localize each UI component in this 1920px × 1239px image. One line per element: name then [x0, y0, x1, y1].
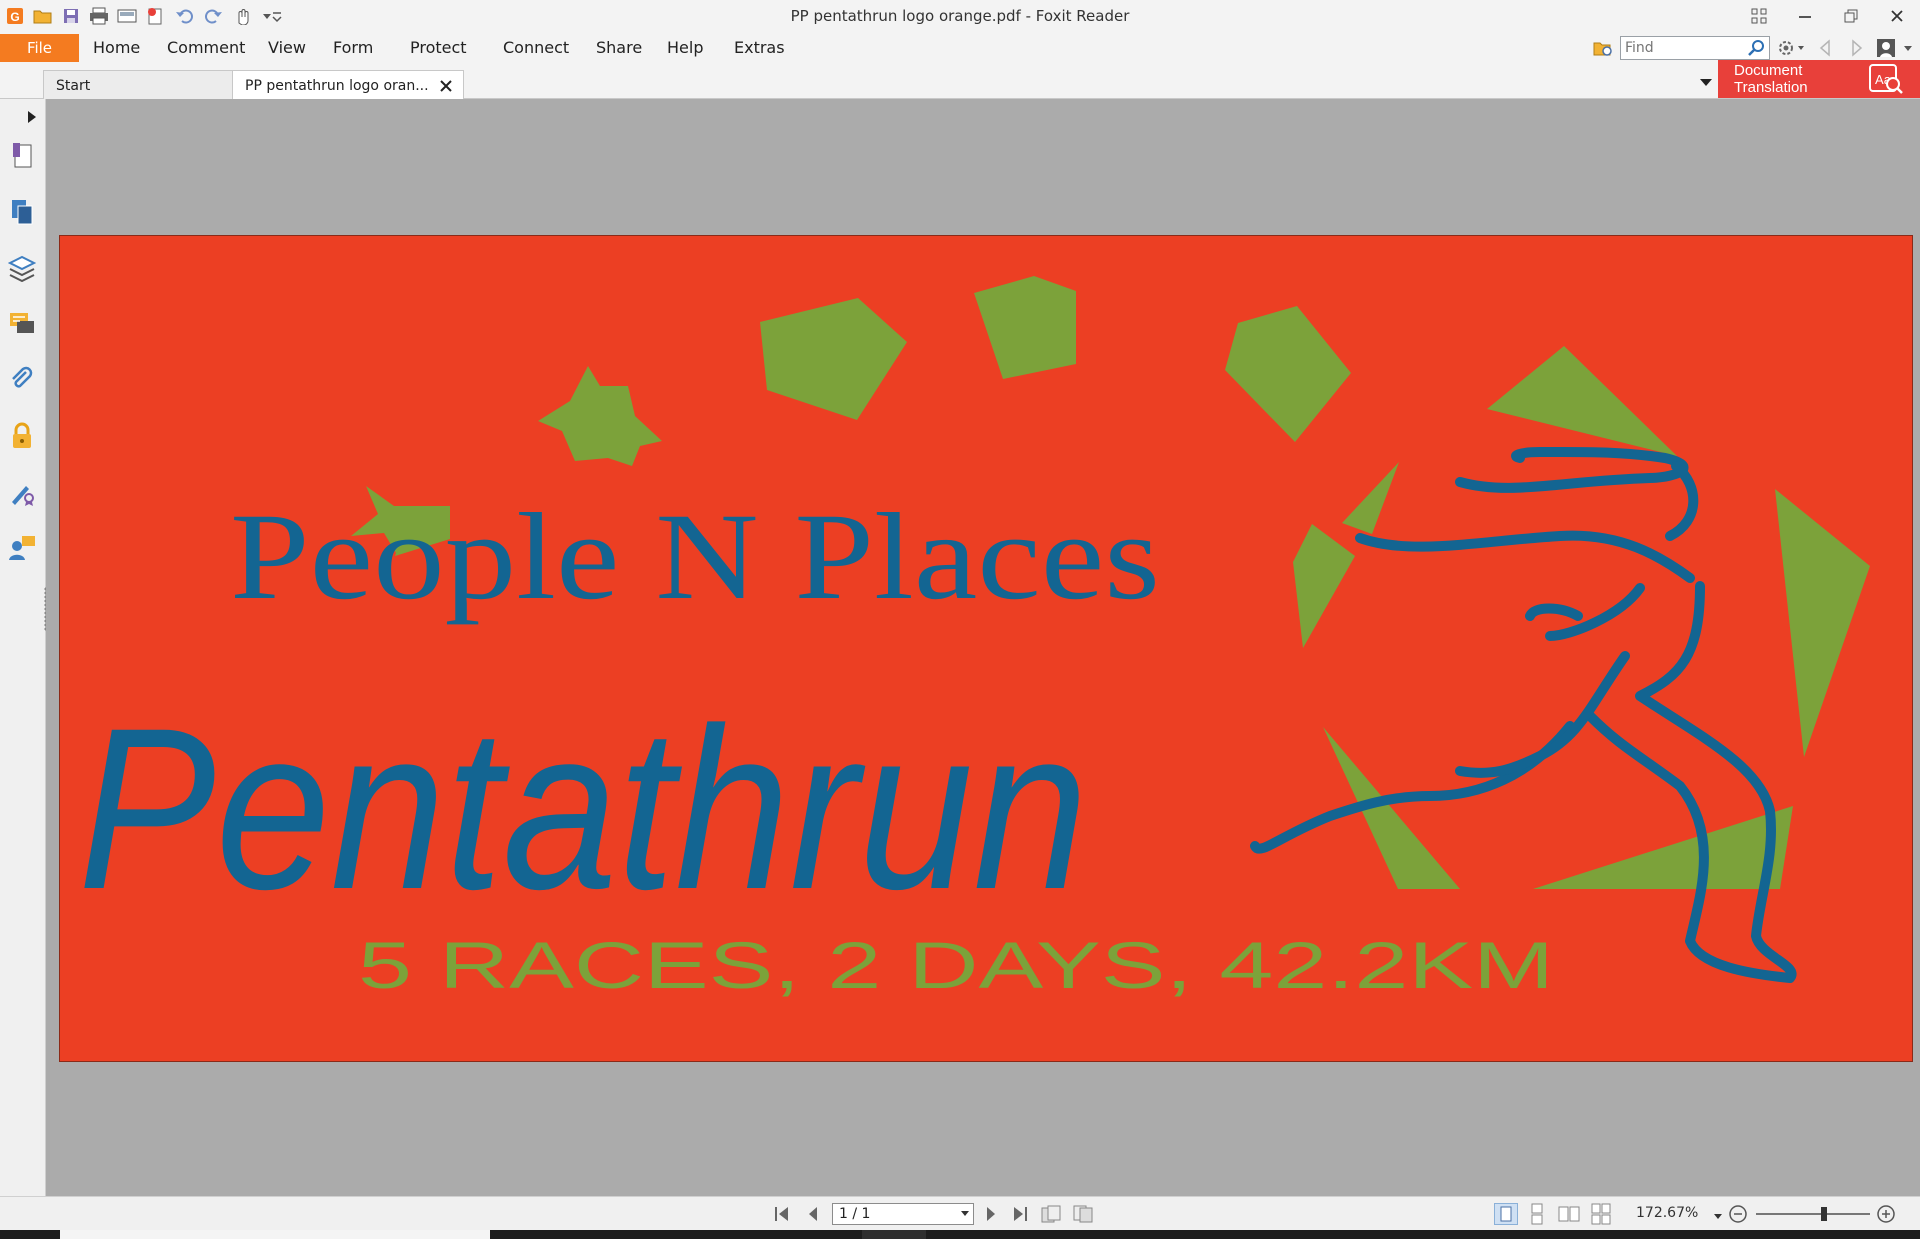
user-account-icon[interactable]	[1876, 37, 1916, 59]
green-pentagon	[1225, 306, 1351, 442]
file-menu[interactable]: File	[0, 34, 79, 62]
status-bar: 1 / 1 172.67%	[0, 1196, 1920, 1230]
zoom-dropdown-icon[interactable]	[1712, 1207, 1724, 1226]
green-triangle	[1487, 346, 1677, 456]
first-page-icon[interactable]	[772, 1205, 792, 1227]
green-pentagon	[760, 298, 907, 420]
menu-help[interactable]: Help	[667, 38, 703, 57]
ribbon-display-options-icon[interactable]	[1739, 3, 1779, 29]
doc-translation-line2: Translation	[1734, 79, 1808, 96]
user-comments-icon[interactable]	[7, 533, 37, 563]
last-page-icon[interactable]	[1010, 1205, 1030, 1227]
previous-view-icon[interactable]	[1814, 37, 1836, 59]
security-lock-icon[interactable]	[7, 421, 37, 451]
search-folder-icon[interactable]	[1592, 37, 1614, 59]
pdf-page: People N Places Pentathrun 5 RACES, 2 DA…	[60, 236, 1912, 1061]
zoom-slider-track	[1756, 1213, 1870, 1215]
green-pentagon	[974, 276, 1076, 379]
close-tab-icon[interactable]	[439, 79, 453, 97]
menu-share[interactable]: Share	[596, 38, 642, 57]
menu-comment[interactable]: Comment	[167, 38, 245, 57]
page-thumbnails-icon[interactable]	[7, 141, 37, 171]
attachments-icon[interactable]	[7, 365, 37, 395]
pages-icon[interactable]	[7, 197, 37, 227]
menu-bar: File Home Comment View Form Protect Conn…	[0, 32, 1920, 66]
pentathrun-logo: People N Places Pentathrun 5 RACES, 2 DA…	[78, 276, 1870, 1002]
page-number-field[interactable]: 1 / 1	[832, 1203, 974, 1225]
navigation-panel	[0, 99, 47, 1196]
tab-list-dropdown-icon[interactable]	[1698, 74, 1714, 94]
green-triangle	[1775, 489, 1870, 757]
signatures-icon[interactable]	[7, 477, 37, 507]
next-page-icon[interactable]	[982, 1205, 1000, 1227]
tab-start[interactable]: Start	[43, 70, 233, 99]
continuous-facing-view-icon[interactable]	[1590, 1203, 1612, 1229]
green-star	[538, 366, 662, 466]
zoom-slider[interactable]	[1756, 1207, 1870, 1221]
search-icon[interactable]	[1747, 38, 1767, 62]
tab-document[interactable]: PP pentathrun logo oran...	[232, 70, 464, 99]
continuous-view-icon[interactable]	[1526, 1203, 1548, 1229]
translation-icon: Aa	[1866, 63, 1906, 99]
window-title: PP pentathrun logo orange.pdf - Foxit Re…	[790, 7, 1130, 25]
doc-translation-line1: Document	[1734, 62, 1803, 79]
page-dropdown-icon[interactable]	[959, 1207, 971, 1223]
green-triangle	[1533, 806, 1793, 889]
menu-form[interactable]: Form	[333, 38, 373, 57]
taskbar-strip	[0, 1230, 1920, 1239]
zoom-level-text[interactable]: 172.67%	[1636, 1205, 1698, 1221]
next-view-icon[interactable]	[1846, 37, 1868, 59]
gear-icon[interactable]	[1776, 37, 1806, 59]
menu-view[interactable]: View	[268, 38, 306, 57]
document-translation-button[interactable]: Document Translation Aa	[1718, 60, 1920, 98]
minimize-button[interactable]	[1785, 3, 1825, 29]
menu-protect[interactable]: Protect	[410, 38, 467, 57]
taskbar-item[interactable]	[60, 1230, 490, 1239]
next-view-status-icon[interactable]	[1072, 1204, 1094, 1228]
zoom-slider-thumb[interactable]	[1821, 1207, 1827, 1221]
green-triangle	[1293, 524, 1355, 648]
previous-view-status-icon[interactable]	[1040, 1204, 1062, 1228]
zoom-out-icon[interactable]	[1728, 1204, 1748, 1228]
menu-connect[interactable]: Connect	[503, 38, 569, 57]
single-page-view-button[interactable]	[1494, 1203, 1518, 1225]
title-bar: G PP pentathrun logo orange.pdf - Foxit …	[0, 0, 1920, 32]
runner-figure	[1250, 446, 1797, 983]
tab-bar: Start PP pentathrun logo oran...	[0, 66, 1920, 99]
tab-document-label: PP pentathrun logo oran...	[245, 78, 429, 94]
find-input[interactable]	[1621, 37, 1747, 59]
previous-page-icon[interactable]	[804, 1205, 822, 1227]
comments-icon[interactable]	[7, 309, 37, 339]
menu-home[interactable]: Home	[93, 38, 140, 57]
layers-icon[interactable]	[7, 253, 37, 283]
tab-start-label: Start	[56, 78, 91, 94]
close-window-button[interactable]	[1877, 3, 1917, 29]
zoom-in-icon[interactable]	[1876, 1204, 1896, 1228]
restore-button[interactable]	[1831, 3, 1871, 29]
green-triangle	[1342, 462, 1399, 534]
menu-extras[interactable]: Extras	[734, 38, 785, 57]
logo-line-people-n-places: People N Places	[230, 488, 1160, 625]
logo-line-races: 5 RACES, 2 DAYS, 42.2KM	[358, 928, 1554, 1002]
expand-panel-icon[interactable]	[26, 109, 38, 128]
page-number-value: 1 / 1	[839, 1206, 871, 1222]
logo-line-pentathrun: Pentathrun	[78, 680, 1088, 937]
facing-view-icon[interactable]	[1558, 1203, 1580, 1229]
find-box	[1620, 36, 1770, 60]
taskbar-item[interactable]	[862, 1230, 926, 1239]
